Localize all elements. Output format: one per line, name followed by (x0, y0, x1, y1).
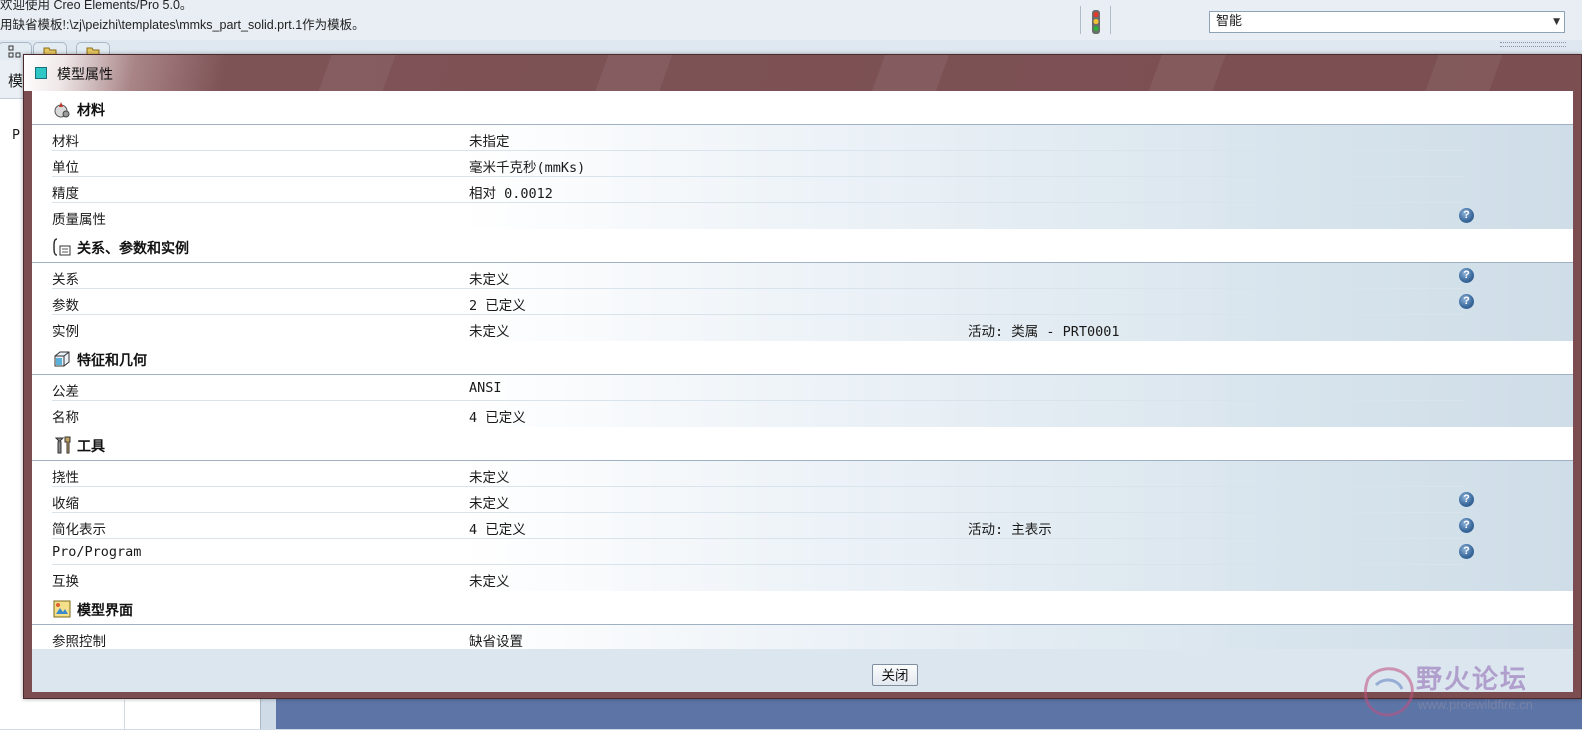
property-row[interactable]: 材料 未指定 (32, 125, 1573, 151)
toolbar-separator (1080, 6, 1081, 34)
watermark-url: www.proewildfire.cn (1418, 697, 1533, 712)
property-value[interactable]: 缺省设置 (469, 630, 523, 649)
navigator-header-label: 模 (8, 72, 24, 90)
help-icon[interactable]: ? (1459, 208, 1474, 223)
property-value[interactable]: 未定义 (469, 466, 510, 486)
watermark-logo-icon (1364, 667, 1414, 717)
property-value[interactable]: 毫米千克秒(mmKs) (469, 156, 585, 176)
filter-select[interactable]: 智能 ▼ (1209, 11, 1565, 33)
help-icon[interactable]: ? (1459, 518, 1474, 533)
section-title: 模型界面 (77, 603, 133, 619)
property-label: 名称 (52, 410, 79, 426)
property-row[interactable]: 单位 毫米千克秒(mmKs) (32, 151, 1573, 177)
property-row[interactable]: 公差 ANSI (32, 375, 1573, 401)
section-tools: 工具 (32, 427, 1573, 461)
section-title: 工具 (77, 439, 105, 455)
dialog-app-icon (35, 67, 47, 79)
help-icon[interactable]: ? (1459, 492, 1474, 507)
property-active-value: 活动: 类属 - PRT0001 (968, 324, 1120, 340)
property-value[interactable]: ANSI (469, 380, 502, 396)
property-label: 挠性 (52, 470, 79, 486)
property-row[interactable]: Pro/Program ? (32, 539, 1573, 565)
close-button[interactable]: 关闭 (872, 664, 918, 686)
property-row[interactable]: 参数 2 已定义 ? (32, 289, 1573, 315)
property-row[interactable]: 精度 相对 0.0012 (32, 177, 1573, 203)
property-row[interactable]: 实例 未定义 活动: 类属 - PRT0001 (32, 315, 1573, 341)
property-label: 单位 (52, 160, 79, 176)
property-value[interactable]: 2 已定义 (469, 294, 526, 314)
property-label: 参照控制 (52, 634, 106, 649)
traffic-light-icon[interactable] (1089, 10, 1103, 34)
material-icon (54, 102, 70, 118)
property-label: 精度 (52, 186, 79, 202)
property-label: 简化表示 (52, 522, 106, 538)
property-label: Pro/Program (52, 544, 142, 560)
model-tree-icon (8, 45, 21, 58)
tools-icon (54, 436, 71, 454)
help-icon[interactable]: ? (1459, 268, 1474, 283)
property-value[interactable]: 未定义 (469, 320, 510, 340)
section-model-interface: 模型界面 (32, 591, 1573, 625)
property-label: 材料 (52, 134, 79, 150)
property-row[interactable]: 参照控制 缺省设置 (32, 625, 1573, 649)
panel-grip[interactable] (1500, 42, 1566, 47)
model-properties-dialog: 模型属性 材料 材料 未指定 单位 毫米千克秒(mmKs) 精度 相对 0.00… (23, 54, 1582, 699)
property-label: 互换 (52, 574, 79, 590)
property-label: 质量属性 (52, 212, 106, 228)
property-row[interactable]: 互换 未定义 (32, 565, 1573, 591)
property-row[interactable]: 挠性 未定义 (32, 461, 1573, 487)
watermark-text: 野火论坛 (1416, 665, 1529, 695)
property-value[interactable]: 未定义 (469, 492, 510, 512)
property-label: 参数 (52, 298, 79, 314)
section-title: 关系、参数和实例 (77, 241, 189, 257)
filter-select-value: 智能 (1216, 14, 1243, 29)
property-row[interactable]: 简化表示 4 已定义 活动: 主表示 ? (32, 513, 1573, 539)
property-label: 公差 (52, 384, 79, 400)
property-value[interactable]: 未定义 (469, 268, 510, 288)
property-value[interactable]: 未指定 (469, 130, 510, 150)
message-line-1: 欢迎使用 Creo Elements/Pro 5.0。 (0, 0, 193, 12)
model-interface-icon (53, 600, 71, 618)
section-relations-parameters: 关系、参数和实例 (32, 229, 1573, 263)
property-row[interactable]: 名称 4 已定义 (32, 401, 1573, 427)
section-title: 材料 (77, 103, 105, 119)
property-label: 实例 (52, 324, 79, 340)
panel-divider (124, 700, 125, 730)
property-label: 关系 (52, 272, 79, 288)
message-area: 欢迎使用 Creo Elements/Pro 5.0。 用缺省模板!:\zj\p… (0, 0, 1582, 41)
dialog-client: 材料 材料 未指定 单位 毫米千克秒(mmKs) 精度 相对 0.0012 质量… (32, 91, 1573, 692)
feature-geometry-icon (54, 351, 70, 367)
property-active-value: 活动: 主表示 (968, 522, 1052, 538)
help-icon[interactable]: ? (1459, 294, 1474, 309)
section-material: 材料 (32, 91, 1573, 125)
toolbar-separator (1110, 6, 1111, 34)
relations-icon (53, 238, 71, 256)
property-row[interactable]: 关系 未定义 ? (32, 263, 1573, 289)
property-row[interactable]: 质量属性 ? (32, 203, 1573, 229)
dialog-title-bar[interactable]: 模型属性 (24, 55, 1581, 91)
message-line-2: 用缺省模板!:\zj\peizhi\templates\mmks_part_so… (0, 18, 365, 32)
property-value[interactable]: 4 已定义 (469, 518, 526, 538)
dialog-title: 模型属性 (57, 66, 113, 82)
property-row[interactable]: 收缩 未定义 ? (32, 487, 1573, 513)
help-icon[interactable]: ? (1459, 544, 1474, 559)
property-label: 收缩 (52, 496, 79, 512)
tree-root-node[interactable]: P (12, 128, 20, 143)
section-features-geometry: 特征和几何 (32, 341, 1573, 375)
property-value[interactable]: 4 已定义 (469, 406, 526, 426)
property-value[interactable]: 未定义 (469, 570, 510, 590)
property-value[interactable]: 相对 0.0012 (469, 182, 553, 202)
section-title: 特征和几何 (77, 353, 147, 369)
properties-list: 材料 材料 未指定 单位 毫米千克秒(mmKs) 精度 相对 0.0012 质量… (32, 91, 1573, 649)
forum-watermark: 野火论坛 www.proewildfire.cn (1358, 659, 1578, 725)
chevron-down-icon[interactable]: ▼ (1553, 12, 1560, 32)
